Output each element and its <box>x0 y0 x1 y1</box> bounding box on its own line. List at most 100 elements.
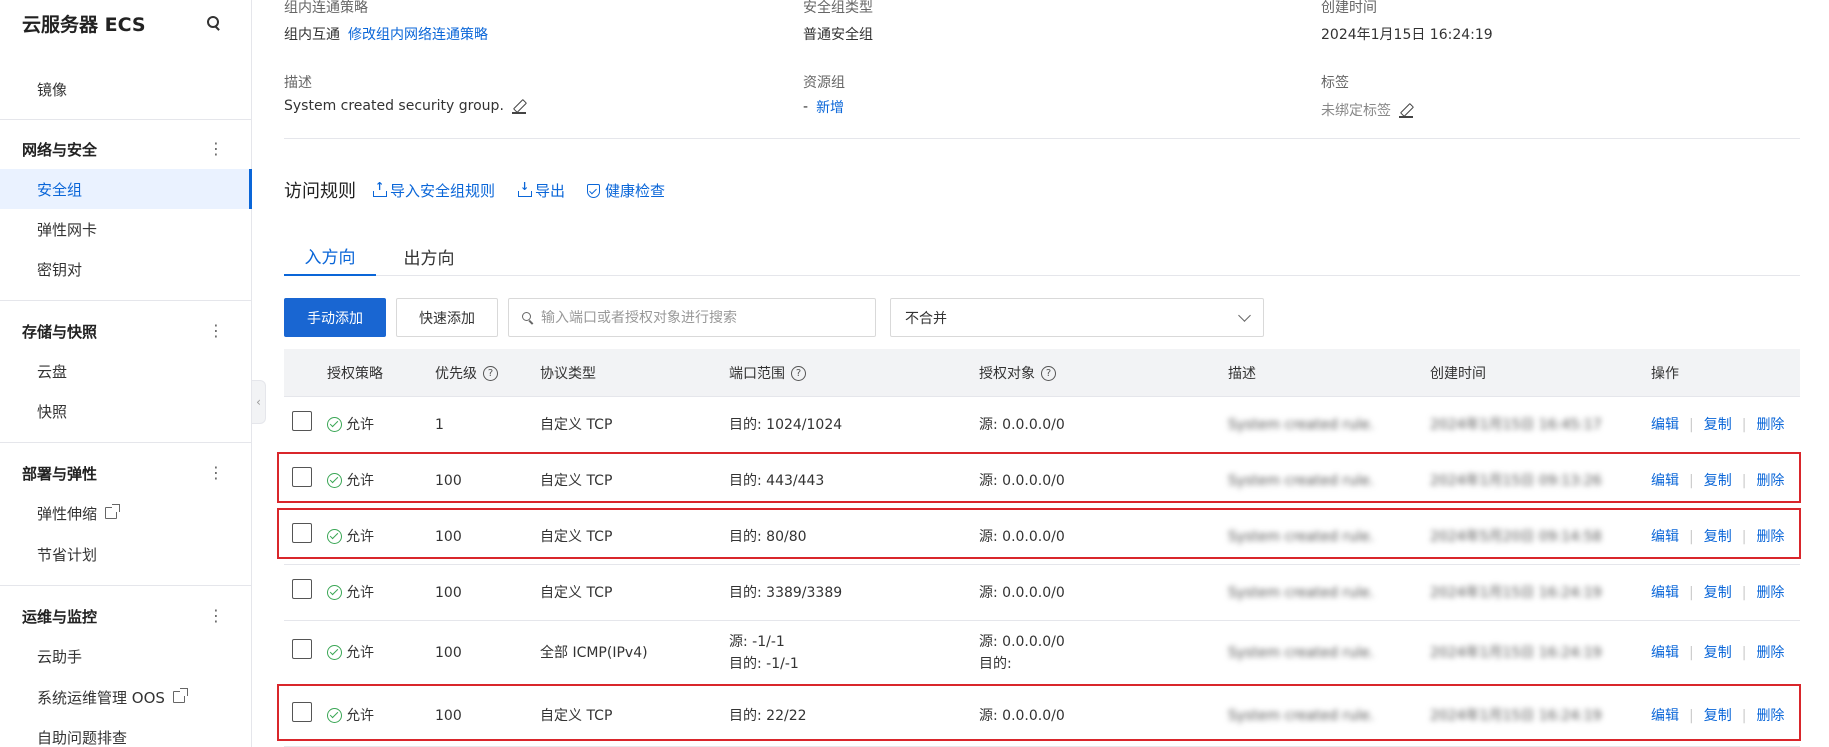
cell-actions: 编辑 | 复制 | 删除 <box>1651 397 1784 452</box>
sidebar-item-label: 系统运维管理 OOS <box>37 688 165 707</box>
cell-policy: 允许 <box>327 397 374 452</box>
cell-actions: 编辑 | 复制 | 删除 <box>1651 621 1784 684</box>
row-checkbox[interactable] <box>292 411 312 431</box>
search-input[interactable] <box>541 309 861 326</box>
sidebar-item-disk[interactable]: 云盘 <box>0 351 252 391</box>
table-row: 允许 100 自定义 TCP 目的: 22/22 源: 0.0.0.0/0 System … <box>284 685 1800 747</box>
cell-created: 2024年1月15日 16:45:17 <box>1430 416 1602 433</box>
row-checkbox[interactable] <box>292 579 312 599</box>
health-check-label: 健康检查 <box>605 182 666 200</box>
delete-button[interactable]: 删除 <box>1756 642 1784 664</box>
help-icon[interactable]: ? <box>1041 365 1056 381</box>
export-button[interactable]: 导出 <box>518 180 565 201</box>
check-circle-icon <box>327 708 342 723</box>
chevron-down-icon <box>1238 308 1251 322</box>
sidebar-group-storage: 存储与快照 ⋮ <box>0 311 252 351</box>
delete-button[interactable]: 删除 <box>1756 582 1784 604</box>
cell-target: 源: 0.0.0.0/0 <box>979 685 1065 746</box>
more-icon[interactable]: ⋮ <box>208 465 224 481</box>
check-circle-icon <box>327 473 342 488</box>
cell-description: System created rule. <box>1228 472 1375 489</box>
cell-priority: 100 <box>435 584 462 601</box>
cell-protocol: 自定义 TCP <box>540 584 613 601</box>
sidebar-item-eni[interactable]: 弹性网卡 <box>0 209 252 249</box>
sidebar-header: 云服务器 ECS <box>0 0 251 46</box>
edit-button[interactable]: 编辑 <box>1651 526 1679 548</box>
edit-button[interactable]: 编辑 <box>1651 414 1679 436</box>
manual-add-button[interactable]: 手动添加 <box>284 298 386 337</box>
more-icon[interactable]: ⋮ <box>208 608 224 624</box>
cell-target: 源: 0.0.0.0/0 <box>979 509 1065 564</box>
row-checkbox[interactable] <box>292 702 312 722</box>
tags-text: 未绑定标签 <box>1321 103 1391 119</box>
merge-select[interactable]: 不合并 <box>890 298 1264 337</box>
copy-button[interactable]: 复制 <box>1704 582 1732 604</box>
copy-button[interactable]: 复制 <box>1704 705 1732 727</box>
cell-policy: 允许 <box>327 685 374 746</box>
cell-created: 2024年1月15日 16:24:19 <box>1430 644 1602 661</box>
sidebar-item-troubleshoot[interactable]: 自助问题排查 <box>0 717 252 747</box>
sidebar-item-oos[interactable]: 系统运维管理 OOS <box>0 677 252 717</box>
sidebar-item-autoscaling[interactable]: 弹性伸缩 <box>0 493 252 533</box>
more-icon[interactable]: ⋮ <box>208 323 224 339</box>
quick-add-button[interactable]: 快速添加 <box>396 298 498 337</box>
external-link-icon <box>172 688 188 703</box>
sidebar-item-images[interactable]: 镜像 <box>0 69 252 109</box>
row-checkbox[interactable] <box>292 523 312 543</box>
intra-policy-value: 组内互通 修改组内网络连通策略 <box>284 24 488 44</box>
sg-type-value: 普通安全组 <box>803 27 873 43</box>
edit-button[interactable]: 编辑 <box>1651 470 1679 492</box>
policy-allow: 允许 <box>327 414 374 436</box>
edit-icon[interactable] <box>1399 103 1413 118</box>
health-check-button[interactable]: 健康检查 <box>587 180 665 201</box>
sidebar-item-keypair[interactable]: 密钥对 <box>0 249 252 289</box>
more-icon[interactable]: ⋮ <box>208 141 224 157</box>
edit-button[interactable]: 编辑 <box>1651 705 1679 727</box>
tab-outbound[interactable]: 出方向 <box>384 236 474 276</box>
tab-inbound[interactable]: 入方向 <box>284 236 376 276</box>
cell-target: 源: 0.0.0.0/0 <box>979 453 1065 508</box>
policy-text: 允许 <box>346 416 374 433</box>
copy-button[interactable]: 复制 <box>1704 642 1732 664</box>
search-icon[interactable] <box>205 14 223 32</box>
delete-button[interactable]: 删除 <box>1756 470 1784 492</box>
copy-button[interactable]: 复制 <box>1704 414 1732 436</box>
shield-check-icon <box>587 183 600 198</box>
copy-button[interactable]: 复制 <box>1704 470 1732 492</box>
cell-target: 源: 0.0.0.0/0 <box>979 397 1065 452</box>
cell-target: 源: 0.0.0.0/0 <box>979 565 1065 620</box>
divider: | <box>1741 644 1747 661</box>
sidebar-group-ops: 运维与监控 ⋮ <box>0 596 252 636</box>
policy-allow: 允许 <box>327 582 374 604</box>
sidebar-item-savings-plan[interactable]: 节省计划 <box>0 534 252 574</box>
search-icon <box>521 311 535 325</box>
sidebar-item-security-group[interactable]: 安全组 <box>0 169 252 209</box>
cell-created: 2024年5月20日 09:14:58 <box>1430 528 1602 545</box>
check-circle-icon <box>327 585 342 600</box>
row-checkbox[interactable] <box>292 639 312 659</box>
sidebar-group-title: 部署与弹性 <box>22 464 98 483</box>
row-checkbox[interactable] <box>292 467 312 487</box>
copy-button[interactable]: 复制 <box>1704 526 1732 548</box>
cell-actions: 编辑 | 复制 | 删除 <box>1651 453 1784 508</box>
add-resource-group-link[interactable]: 新增 <box>816 97 844 117</box>
cell-priority: 100 <box>435 472 462 489</box>
help-icon[interactable]: ? <box>483 365 498 381</box>
sidebar-collapse-handle[interactable]: ‹ <box>252 380 266 424</box>
search-field[interactable] <box>508 298 876 337</box>
policy-allow: 允许 <box>327 470 374 492</box>
edit-button[interactable]: 编辑 <box>1651 642 1679 664</box>
delete-button[interactable]: 删除 <box>1756 705 1784 727</box>
delete-button[interactable]: 删除 <box>1756 414 1784 436</box>
table-row: 允许 1 自定义 TCP 目的: 1024/1024 源: 0.0.0.0/0 Syste… <box>284 397 1800 453</box>
sidebar-item-cloud-assistant[interactable]: 云助手 <box>0 636 252 676</box>
header-target: 授权对象 ? <box>979 349 1056 397</box>
help-icon[interactable]: ? <box>791 365 806 381</box>
import-rules-button[interactable]: 导入安全组规则 <box>373 180 495 201</box>
modify-intra-policy-link[interactable]: 修改组内网络连通策略 <box>348 24 488 44</box>
sidebar-item-snapshot[interactable]: 快照 <box>0 391 252 431</box>
sidebar-item-label: 弹性伸缩 <box>37 504 98 523</box>
edit-button[interactable]: 编辑 <box>1651 582 1679 604</box>
edit-icon[interactable] <box>511 99 526 114</box>
delete-button[interactable]: 删除 <box>1756 526 1784 548</box>
